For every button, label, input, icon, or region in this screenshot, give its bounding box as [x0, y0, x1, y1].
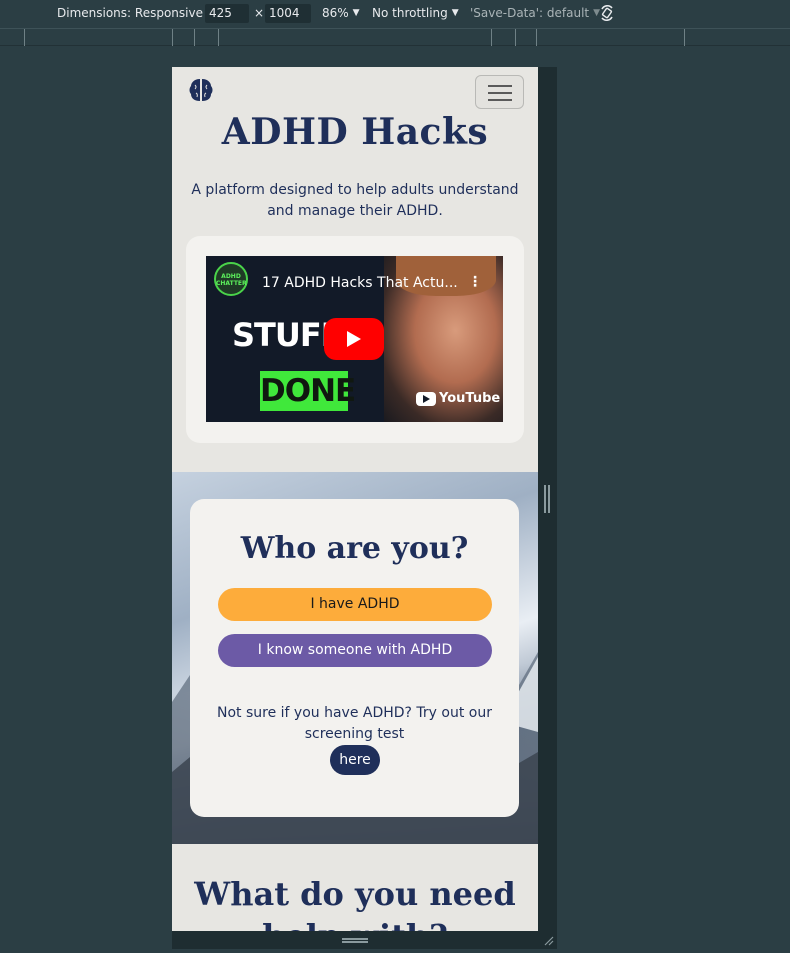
youtube-embed[interactable]: ADHD CHATTER 17 ADHD Hacks That Actu... … [206, 256, 503, 422]
play-button[interactable] [324, 318, 384, 360]
zoom-dropdown[interactable]: 86% ▼ [322, 6, 360, 20]
play-icon [347, 331, 361, 347]
chevron-down-icon: ▼ [352, 8, 360, 18]
ruler-tick [515, 29, 516, 46]
ruler-tick [491, 29, 492, 46]
dimensions-dropdown[interactable]: Dimensions: Responsive ▼ [57, 6, 214, 20]
who-are-you-card: Who are you? I have ADHD I know someone … [190, 499, 519, 817]
zoom-label: 86% [322, 6, 349, 20]
thumbnail-text-done: DONE [260, 371, 356, 411]
resize-handle-right[interactable] [544, 485, 550, 513]
throttling-label: No throttling [372, 6, 448, 20]
hamburger-icon [488, 92, 512, 94]
screening-text: Not sure if you have ADHD? Try out our s… [216, 705, 492, 742]
youtube-brand: YouTube [439, 391, 501, 406]
width-input[interactable]: 425 [205, 4, 249, 23]
save-data-label: 'Save-Data': default [470, 6, 590, 20]
save-data-dropdown[interactable]: 'Save-Data': default ▼ [470, 6, 600, 20]
who-heading: Who are you? [240, 531, 469, 566]
page-title: ADHD Hacks [221, 111, 489, 153]
youtube-icon [416, 391, 436, 406]
ruler-tick [218, 29, 219, 46]
dimensions-label: Dimensions: Responsive [57, 6, 203, 20]
times-label: × [254, 6, 265, 20]
video-title[interactable]: 17 ADHD Hacks That Actu... [262, 275, 458, 291]
navbar-toggle-button[interactable] [475, 75, 524, 109]
resize-handle-bottom[interactable] [342, 938, 368, 943]
height-input[interactable]: 1004 [265, 4, 311, 23]
rotate-icon[interactable] [598, 4, 616, 22]
devtools-toolbar: Dimensions: Responsive ▼ 425 × 1004 86% … [0, 0, 790, 28]
resize-corner-icon[interactable] [542, 934, 554, 946]
video-card: ADHD CHATTER 17 ADHD Hacks That Actu... … [186, 236, 524, 443]
youtube-logo[interactable]: YouTube [416, 391, 500, 406]
help-heading: What do you need help with? [194, 875, 516, 931]
throttling-dropdown[interactable]: No throttling ▼ [372, 6, 459, 20]
page-subtitle: A platform designed to help adults under… [191, 182, 519, 219]
ruler-tick [172, 29, 173, 46]
screening-here-button[interactable]: here [330, 745, 380, 775]
ruler-tick [536, 29, 537, 46]
ruler-tick [684, 29, 685, 46]
hamburger-icon [488, 85, 512, 87]
ruler-tick [24, 29, 25, 46]
chevron-down-icon: ▼ [451, 8, 459, 18]
i-have-adhd-button[interactable]: I have ADHD [218, 588, 492, 621]
brain-icon[interactable] [188, 77, 214, 103]
media-query-ruler [0, 28, 790, 46]
channel-avatar[interactable]: ADHD CHATTER [214, 262, 248, 296]
more-options-icon[interactable]: ⋮ [468, 274, 482, 290]
device-viewport: ADHD Hacks A platform designed to help a… [172, 67, 538, 931]
i-know-someone-button[interactable]: I know someone with ADHD [218, 634, 492, 667]
channel-badge: ADHD CHATTER [216, 273, 247, 287]
ruler-tick [194, 29, 195, 46]
hamburger-icon [488, 99, 512, 101]
